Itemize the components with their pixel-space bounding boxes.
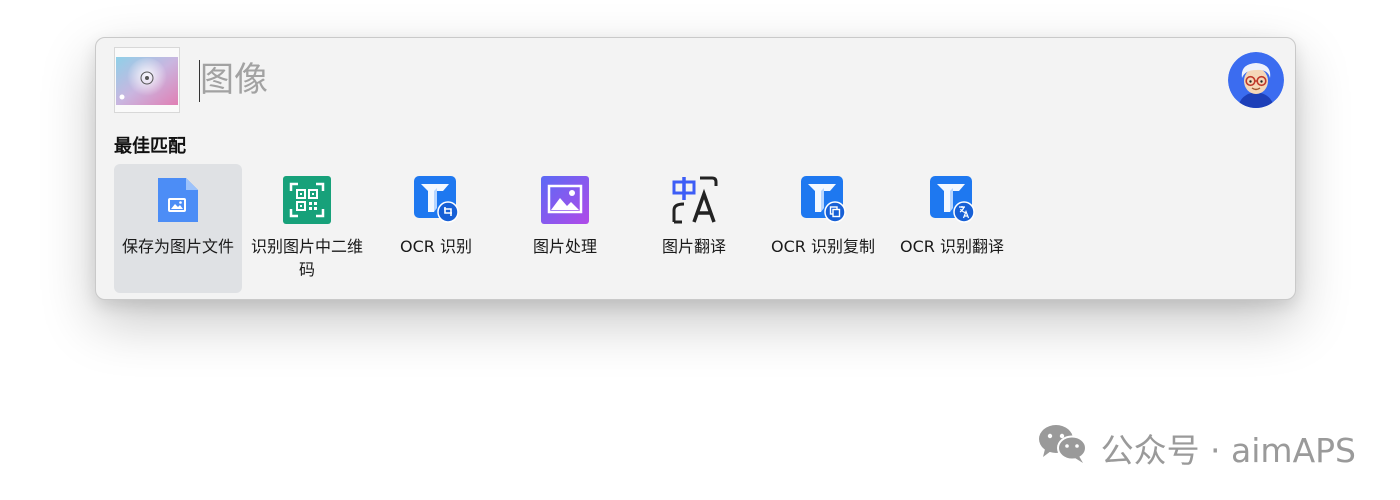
translate-icon — [670, 176, 718, 224]
watermark-text: 公众号 · aimAPS — [1100, 431, 1356, 470]
result-label: OCR 识别复制 — [771, 237, 875, 256]
result-label: 保存为图片文件 — [121, 237, 234, 256]
result-qr-code[interactable]: 识别图片中二维码 — [243, 164, 371, 293]
screen: 最佳匹配 保存为图片文件 — [0, 0, 1400, 500]
result-label: 识别图片中二维码 — [250, 237, 363, 279]
image-processing-icon — [541, 176, 589, 224]
search-input[interactable] — [200, 54, 1200, 106]
result-label: OCR 识别 — [400, 237, 472, 256]
result-label: 图片处理 — [532, 237, 597, 256]
ocr-crop-icon — [412, 176, 460, 224]
watermark: 公众号 · aimAPS — [1037, 423, 1356, 473]
result-label: OCR 识别翻译 — [900, 237, 1004, 256]
image-thumbnail[interactable] — [114, 47, 180, 113]
result-label: 图片翻译 — [661, 237, 726, 256]
avatar[interactable] — [1228, 52, 1284, 108]
result-image-processing[interactable]: 图片处理 — [501, 164, 629, 293]
result-ocr-copy[interactable]: OCR 识别复制 — [759, 164, 887, 293]
launcher-panel: 最佳匹配 保存为图片文件 — [95, 37, 1296, 300]
section-title-best-match: 最佳匹配 — [114, 136, 186, 157]
result-image-translate[interactable]: 图片翻译 — [630, 164, 758, 293]
result-ocr[interactable]: OCR 识别 — [372, 164, 500, 293]
result-ocr-translate[interactable]: OCR 识别翻译 — [888, 164, 1016, 293]
ocr-translate-icon — [928, 176, 976, 224]
save-image-file-icon — [154, 176, 202, 224]
result-save-image-file[interactable]: 保存为图片文件 — [114, 164, 242, 293]
qr-code-icon — [283, 176, 331, 224]
ocr-copy-icon — [799, 176, 847, 224]
wechat-icon — [1037, 423, 1089, 473]
